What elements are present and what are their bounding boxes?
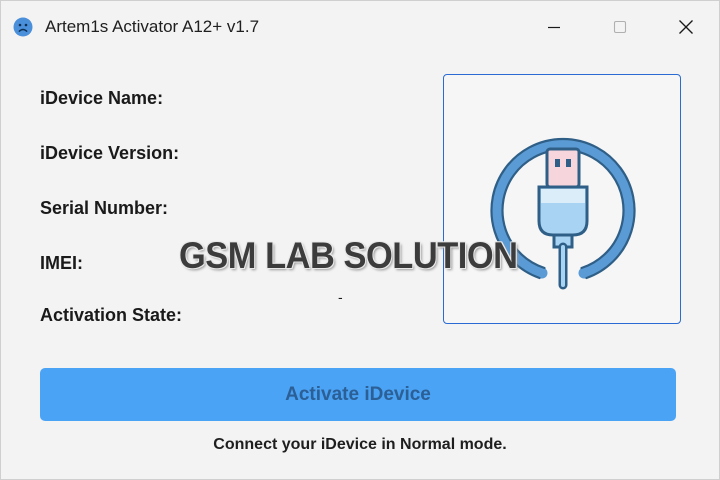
minimize-icon <box>548 26 560 29</box>
imei-label: IMEI: <box>40 253 83 273</box>
device-version-label: iDevice Version: <box>40 143 180 163</box>
maximize-button[interactable] <box>594 7 646 47</box>
app-window: Artem1s Activator A12+ v1.7 iDevice Name… <box>0 0 720 480</box>
close-button[interactable] <box>660 7 712 47</box>
activation-state-label: Activation State: <box>40 305 183 325</box>
maximize-icon <box>613 20 627 34</box>
status-message: Connect your iDevice in Normal mode. <box>213 436 507 453</box>
sad-face-icon <box>13 17 33 37</box>
title-bar[interactable]: Artem1s Activator A12+ v1.7 <box>1 1 719 53</box>
activation-state-value: - <box>338 289 343 305</box>
usb-cable-icon <box>490 137 636 290</box>
minimize-button[interactable] <box>528 7 580 47</box>
watermark-text: GSM LAB SOLUTION <box>179 235 518 276</box>
serial-number-label: Serial Number: <box>40 198 169 218</box>
device-image-panel <box>443 74 681 324</box>
device-name-label: iDevice Name: <box>40 88 164 108</box>
window-title: Artem1s Activator A12+ v1.7 <box>45 17 260 36</box>
activate-button[interactable]: Activate iDevice <box>40 368 676 421</box>
close-icon <box>679 20 693 34</box>
